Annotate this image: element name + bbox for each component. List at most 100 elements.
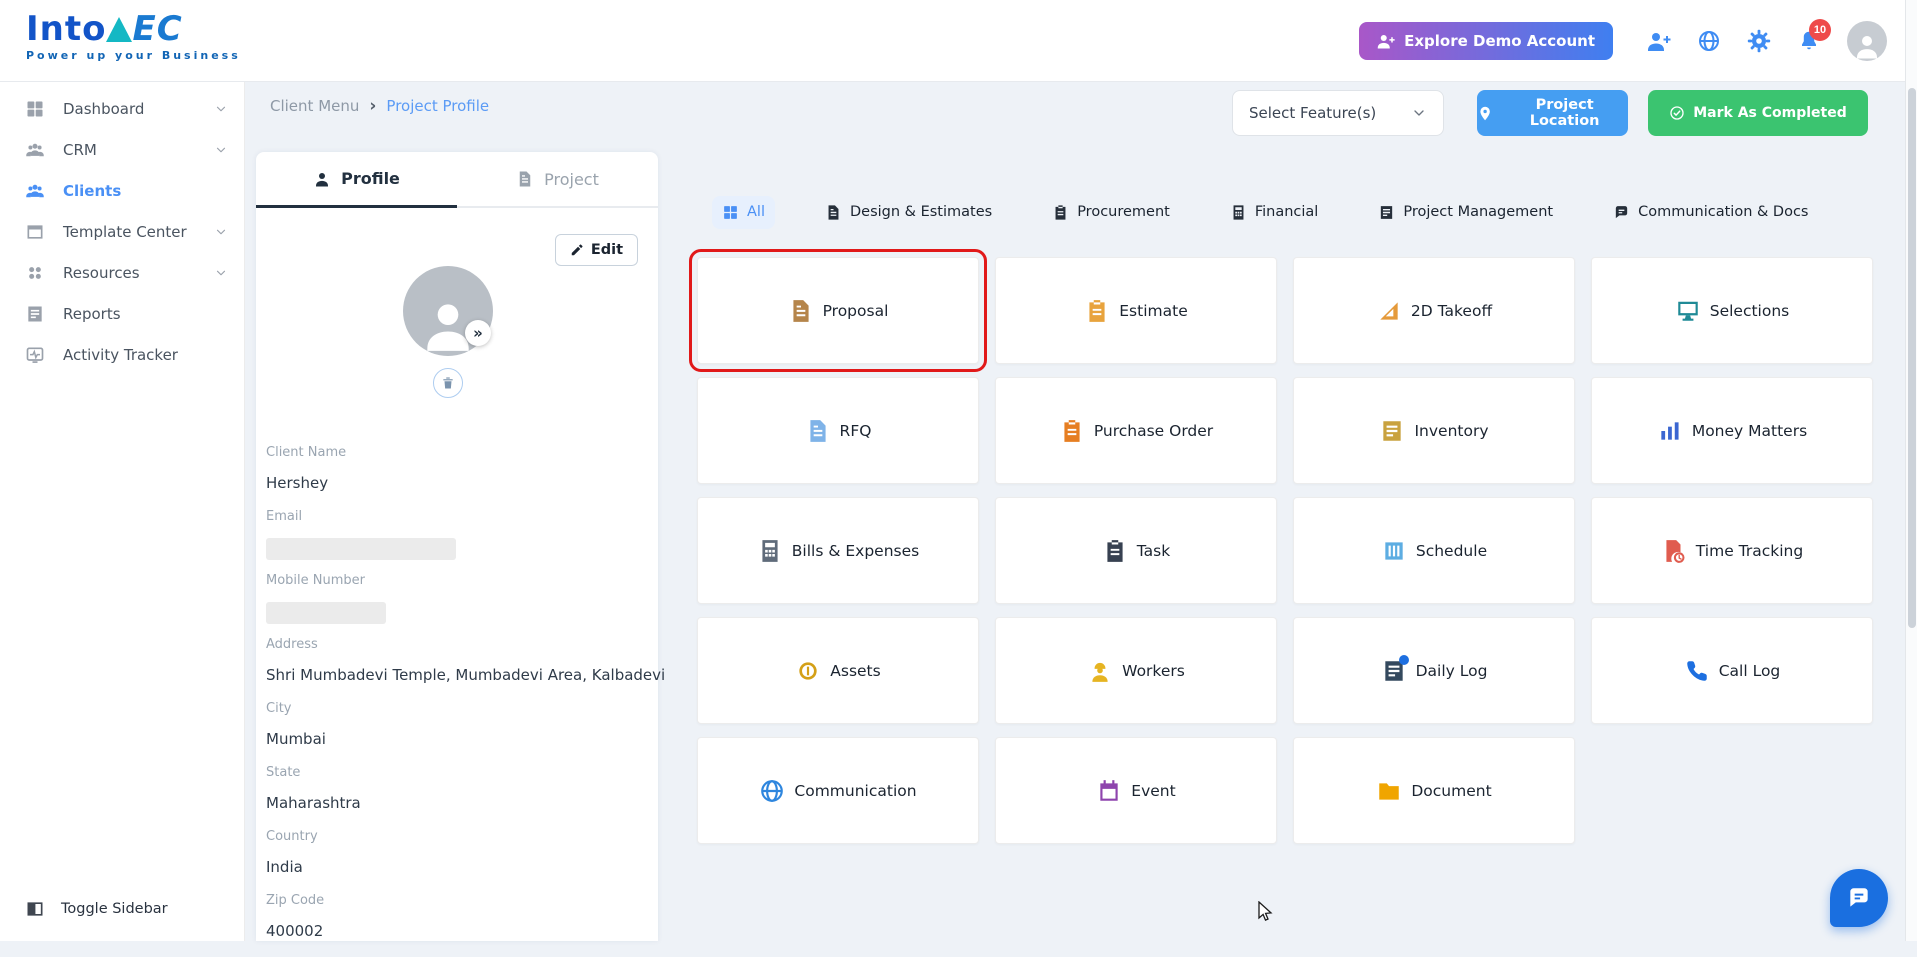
- purchase-order-icon: [1059, 418, 1085, 444]
- proposal-icon: [788, 298, 814, 324]
- feature-card-money-matters[interactable]: Money Matters: [1591, 377, 1873, 484]
- tab-label: Project Management: [1403, 204, 1554, 220]
- feature-card-task[interactable]: Task: [995, 497, 1277, 604]
- tab-financial[interactable]: Financial: [1220, 196, 1329, 229]
- delete-avatar-button[interactable]: [433, 368, 463, 398]
- client-detail-fields: Client Name Hershey Email Mobile Number …: [256, 445, 665, 957]
- call-log-phone-icon: [1684, 658, 1710, 684]
- feature-card-label: Bills & Expenses: [791, 541, 920, 560]
- feature-card-estimate[interactable]: Estimate: [995, 257, 1277, 364]
- feature-card-label: Task: [1136, 541, 1171, 560]
- sidebar-item-label: Dashboard: [63, 99, 145, 118]
- communication-docs-icon: [1613, 204, 1630, 221]
- person-icon: [1852, 31, 1882, 61]
- field-value-client-name: Hershey: [266, 474, 329, 492]
- field-value-mobile-redacted: [266, 602, 386, 624]
- field-value-country: India: [266, 858, 303, 876]
- mark-as-completed-button[interactable]: Mark As Completed: [1648, 90, 1868, 136]
- tab-communication-docs[interactable]: Communication & Docs: [1603, 196, 1818, 229]
- sidebar-item-template-center[interactable]: Template Center: [0, 211, 244, 252]
- app-header: IntoAEC Power up your Business Explore D…: [0, 0, 1917, 82]
- breadcrumb-project-profile[interactable]: Project Profile: [386, 97, 489, 115]
- feature-card-event[interactable]: Event: [995, 737, 1277, 844]
- feature-card-label: Call Log: [1718, 661, 1781, 680]
- feature-card-label: Daily Log: [1415, 661, 1488, 680]
- select-features-dropdown[interactable]: Select Feature(s): [1232, 90, 1444, 136]
- feature-card-bills-expenses[interactable]: Bills & Expenses: [697, 497, 979, 604]
- workers-icon: [1087, 658, 1113, 684]
- user-avatar[interactable]: [1847, 21, 1887, 61]
- settings-button[interactable]: [1747, 29, 1771, 53]
- feature-card-call-log[interactable]: Call Log: [1591, 617, 1873, 724]
- reports-doc-icon: [25, 304, 45, 324]
- feature-card-2d-takeoff[interactable]: 2D Takeoff: [1293, 257, 1575, 364]
- field-label-address: Address: [266, 637, 318, 652]
- activity-pulse-icon: [25, 345, 45, 365]
- tab-label: Financial: [1254, 204, 1319, 220]
- tab-project-management[interactable]: Project Management: [1368, 196, 1563, 229]
- sidebar-item-clients[interactable]: Clients: [0, 170, 244, 211]
- chevron-down-icon: [1411, 105, 1427, 121]
- user-add-icon: [1377, 32, 1395, 50]
- tab-procurement[interactable]: Procurement: [1042, 196, 1180, 229]
- feature-card-document[interactable]: Document: [1293, 737, 1575, 844]
- map-pin-icon: [1477, 105, 1493, 122]
- field-label-zip-code: Zip Code: [266, 893, 325, 908]
- feature-card-label: Event: [1131, 781, 1176, 800]
- user-add-icon: [1647, 29, 1671, 53]
- feature-card-label: Purchase Order: [1093, 421, 1214, 440]
- clients-people-icon: [25, 181, 45, 201]
- all-grid-icon: [722, 204, 739, 221]
- project-location-button[interactable]: Project Location: [1477, 90, 1628, 136]
- communication-icon: [759, 778, 785, 804]
- sidebar-item-reports[interactable]: Reports: [0, 293, 244, 334]
- mouse-cursor: [1258, 901, 1273, 921]
- tab-all[interactable]: All: [712, 195, 775, 229]
- app-logo[interactable]: IntoAEC Power up your Business: [26, 10, 241, 62]
- estimate-icon: [1084, 298, 1110, 324]
- breadcrumb-client-menu[interactable]: Client Menu: [270, 97, 359, 115]
- toggle-sidebar-button[interactable]: Toggle Sidebar: [0, 889, 245, 929]
- feature-card-label: Schedule: [1415, 541, 1488, 560]
- language-globe-button[interactable]: [1697, 29, 1721, 53]
- tab-project[interactable]: Project: [457, 152, 658, 206]
- feature-card-schedule[interactable]: Schedule: [1293, 497, 1575, 604]
- tab-label: Communication & Docs: [1638, 204, 1809, 220]
- avatar-expand-button[interactable]: »: [465, 320, 491, 346]
- feature-card-grid: Proposal Estimate 2D Takeoff Selections …: [689, 249, 1873, 844]
- explore-demo-account-button[interactable]: Explore Demo Account: [1359, 22, 1613, 60]
- field-label-mobile-number: Mobile Number: [266, 573, 365, 588]
- scrollbar-thumb[interactable]: [1908, 88, 1916, 628]
- feature-card-selections[interactable]: Selections: [1591, 257, 1873, 364]
- sidebar-item-dashboard[interactable]: Dashboard: [0, 88, 244, 129]
- sidebar-item-activity-tracker[interactable]: Activity Tracker: [0, 334, 244, 375]
- sidebar-item-resources[interactable]: Resources: [0, 252, 244, 293]
- user-add-button[interactable]: [1647, 29, 1671, 53]
- feature-card-inventory[interactable]: Inventory: [1293, 377, 1575, 484]
- feature-card-workers[interactable]: Workers: [995, 617, 1277, 724]
- feature-card-daily-log[interactable]: Daily Log: [1293, 617, 1575, 724]
- tab-profile[interactable]: Profile: [256, 152, 457, 208]
- feature-card-label: 2D Takeoff: [1410, 301, 1493, 320]
- sidebar-item-label: Clients: [63, 181, 122, 200]
- feature-card-label: RFQ: [839, 421, 872, 440]
- bills-expenses-icon: [757, 538, 783, 564]
- feature-card-proposal[interactable]: Proposal: [689, 249, 987, 372]
- notifications-button[interactable]: 10: [1797, 19, 1831, 53]
- project-location-label: Project Location: [1529, 97, 1600, 129]
- edit-profile-button[interactable]: Edit: [554, 234, 638, 266]
- field-value-city: Mumbai: [266, 730, 326, 748]
- sidebar-item-crm[interactable]: CRM: [0, 129, 244, 170]
- feature-card-rfq[interactable]: RFQ: [697, 377, 979, 484]
- event-calendar-icon: [1096, 778, 1122, 804]
- feature-card-time-tracking[interactable]: Time Tracking: [1591, 497, 1873, 604]
- gear-icon: [1747, 29, 1771, 53]
- feature-card-assets[interactable]: Assets: [697, 617, 979, 724]
- feature-card-communication[interactable]: Communication: [697, 737, 979, 844]
- template-window-icon: [25, 222, 45, 242]
- feature-card-label: Estimate: [1119, 301, 1188, 320]
- chat-widget-button[interactable]: [1830, 869, 1888, 927]
- person-icon: [313, 170, 331, 188]
- feature-card-purchase-order[interactable]: Purchase Order: [995, 377, 1277, 484]
- tab-design-estimates[interactable]: Design & Estimates: [815, 196, 1002, 229]
